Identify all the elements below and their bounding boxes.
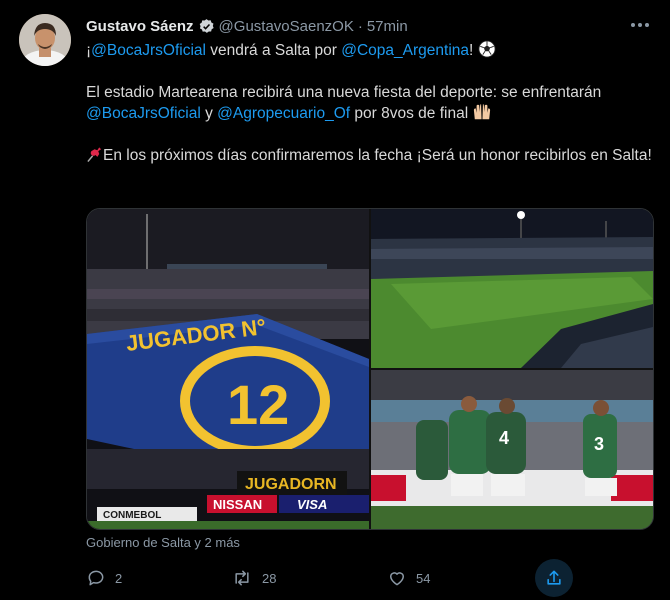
retweet-icon xyxy=(235,570,249,586)
retweet-button[interactable]: 28 xyxy=(231,560,276,596)
tweet-line-3: @BocaJrsOficial y @Agropecuario_Of por 8… xyxy=(86,103,656,124)
tagged-users[interactable]: Gobierno de Salta y 2 más xyxy=(86,535,240,550)
reply-icon xyxy=(88,570,104,586)
mention-boca[interactable]: @BocaJrsOficial xyxy=(91,42,206,59)
text-fragment: por 8vos de final xyxy=(350,105,473,122)
share-button[interactable] xyxy=(535,559,573,597)
text-fragment: ! xyxy=(469,42,478,59)
share-icon xyxy=(547,570,561,585)
raised-hands-icon xyxy=(474,104,491,120)
banner-number: 12 xyxy=(227,373,289,436)
photo-stadium-night[interactable] xyxy=(371,209,653,368)
mention-agropecuario[interactable]: @Agropecuario_Of xyxy=(217,105,350,122)
more-icon[interactable] xyxy=(628,18,652,32)
tweet-line-4: En los próximos días confirmaremos la fe… xyxy=(86,145,656,166)
author-name[interactable]: Gustavo Sáenz xyxy=(86,18,194,35)
header-separator: · xyxy=(357,17,363,35)
tweet-line-1: ¡@BocaJrsOficial vendrá a Salta por @Cop… xyxy=(86,40,656,61)
retweet-count: 28 xyxy=(262,570,277,586)
reply-button[interactable]: 2 xyxy=(86,560,122,596)
soccer-ball-icon xyxy=(478,40,496,58)
photo-players-celebrating[interactable]: 4 3 xyxy=(371,370,653,529)
like-button[interactable]: 54 xyxy=(387,560,430,596)
verified-badge-icon xyxy=(199,18,214,33)
tweet: Gustavo Sáenz @GustavoSaenzOK · 57min ¡@… xyxy=(0,0,670,600)
pushpin-icon xyxy=(87,147,102,163)
text-fragment: y xyxy=(200,105,218,122)
action-bar: 2 28 54 xyxy=(80,559,580,597)
text-fragment: vendrá a Salta por xyxy=(205,42,342,59)
mention-copa-argentina[interactable]: @Copa_Argentina xyxy=(341,42,469,59)
media-grid: JUGADOR N° 12 JUGADORN NISSAN VISA CONME… xyxy=(86,208,654,530)
player-number-right: 3 xyxy=(594,434,604,454)
tweet-header: Gustavo Sáenz @GustavoSaenzOK · 57min xyxy=(86,16,408,36)
photo-stadium-banner[interactable]: JUGADOR N° 12 JUGADORN NISSAN VISA CONME… xyxy=(87,209,369,529)
reply-count: 2 xyxy=(115,570,123,586)
board-conmebol: CONMEBOL xyxy=(103,510,161,521)
board-jugadorn: JUGADORN xyxy=(245,476,337,493)
like-icon xyxy=(390,572,404,586)
author-handle[interactable]: @GustavoSaenzOK xyxy=(219,18,354,35)
tweet-line-2: El estadio Martearena recibirá una nueva… xyxy=(86,84,602,101)
avatar[interactable] xyxy=(19,14,71,66)
tweet-text: ¡@BocaJrsOficial vendrá a Salta por @Cop… xyxy=(86,40,656,166)
like-count: 54 xyxy=(416,570,431,586)
player-number-left: 4 xyxy=(499,428,509,448)
mention-boca[interactable]: @BocaJrsOficial xyxy=(86,105,201,122)
board-visa: VISA xyxy=(297,497,327,512)
text-fragment: En los próximos días confirmaremos la fe… xyxy=(103,147,652,164)
board-nissan: NISSAN xyxy=(213,497,262,512)
tweet-timestamp[interactable]: 57min xyxy=(367,18,408,35)
